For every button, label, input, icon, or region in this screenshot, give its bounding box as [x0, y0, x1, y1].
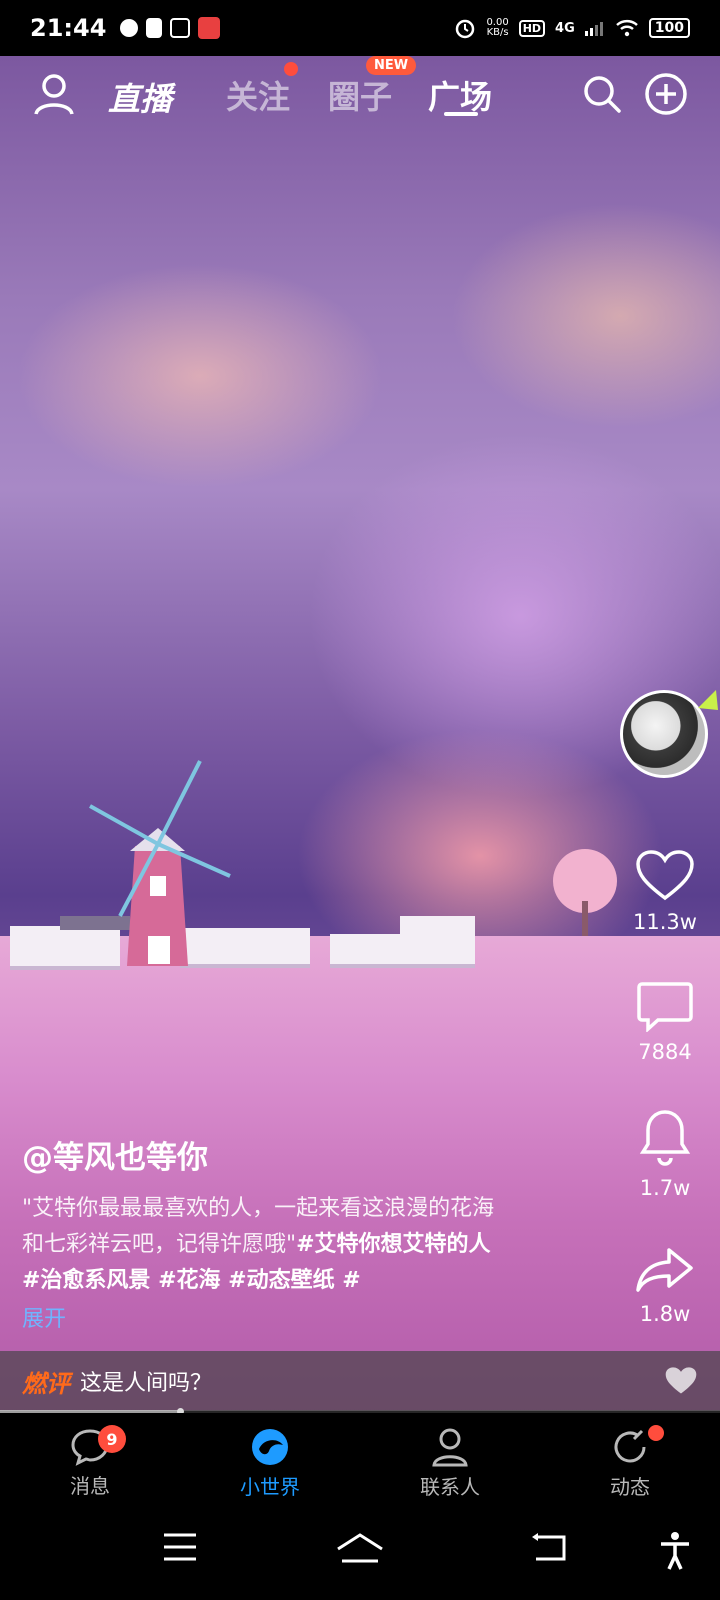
post-description: "艾特你最最最喜欢的人，一起来看这浪漫的花海和七彩祥云吧，记得许愿哦"#艾特你想… — [22, 1191, 512, 1299]
tab-messages[interactable]: 消息 9 — [0, 1413, 180, 1513]
hot-comment-text: 这是人间吗？ — [80, 1371, 213, 1396]
comment-count: 7884 — [638, 1040, 692, 1064]
small-world-icon — [252, 1428, 288, 1465]
new-badge: NEW — [366, 56, 417, 75]
heart-icon — [636, 850, 694, 901]
profile-icon[interactable] — [32, 72, 76, 116]
tab-follow-label: 关注 — [226, 78, 291, 116]
like-action[interactable]: 11.3w — [610, 850, 720, 934]
message-badge: 9 — [98, 1425, 126, 1453]
author-name[interactable]: @等风也等你 — [22, 1132, 512, 1177]
add-post-icon[interactable] — [644, 72, 688, 116]
notification-icons — [120, 17, 221, 39]
tab-circles-label: 圈子 — [328, 78, 393, 116]
moments-dot — [648, 1425, 664, 1441]
share-count: 1.8w — [639, 1302, 691, 1326]
top-navigation: 直播 关注 圈子 NEW 广场 — [0, 56, 720, 130]
share-action[interactable]: 1.8w — [610, 1246, 720, 1326]
share-icon — [636, 1248, 693, 1292]
like-count: 11.3w — [633, 910, 697, 934]
comment-action[interactable]: 7884 — [610, 980, 720, 1064]
remind-count: 1.7w — [639, 1176, 691, 1200]
back-icon[interactable] — [530, 1531, 568, 1563]
app-notification-icon — [170, 18, 191, 38]
follow-dot — [284, 62, 298, 76]
network-type: 4G — [555, 20, 575, 36]
home-icon[interactable] — [336, 1531, 384, 1567]
net-speed-unit: KB/s — [486, 27, 509, 38]
battery-indicator: 100 — [648, 18, 690, 38]
alarm-icon — [456, 19, 475, 39]
signal-icon — [584, 22, 603, 36]
live-logo[interactable]: 直播 — [108, 74, 172, 120]
tab-small-world[interactable]: 小世界 — [180, 1413, 360, 1513]
hot-comment-bar[interactable]: 燃评 这是人间吗？ — [0, 1351, 720, 1411]
bell-icon — [639, 1110, 691, 1166]
windmill — [89, 760, 231, 966]
bottom-tab-bar: 消息 9 小世界 联系人 动态 — [0, 1413, 720, 1513]
tab-contacts-label: 联系人 — [420, 1474, 480, 1499]
net-speed: 0.00 KB/s — [486, 18, 508, 38]
red-app-icon — [198, 17, 221, 39]
tab-messages-label: 消息 — [70, 1473, 110, 1498]
comment-icon — [637, 982, 693, 1033]
tab-moments[interactable]: 动态 — [540, 1413, 720, 1513]
accessibility-icon[interactable] — [658, 1531, 692, 1571]
active-tab-indicator — [444, 112, 478, 116]
tab-moments-label: 动态 — [610, 1474, 650, 1499]
search-icon[interactable] — [582, 74, 622, 114]
hot-comment-label: 燃评 — [22, 1369, 70, 1398]
menu-icon[interactable] — [162, 1531, 198, 1563]
post-caption: @等风也等你 "艾特你最最最喜欢的人，一起来看这浪漫的花海和七彩祥云吧，记得许愿… — [22, 1132, 512, 1333]
globe-icon — [120, 19, 139, 37]
app-screen: 21:44 0.00 KB/s HD 4G 100 直播 关注 圈子 NEW 广… — [0, 0, 720, 1600]
moments-icon — [614, 1429, 646, 1462]
avatar-decoration-icon — [698, 690, 718, 710]
status-right: 0.00 KB/s HD 4G 100 — [454, 17, 690, 39]
wifi-icon — [615, 20, 638, 37]
tab-small-world-label: 小世界 — [240, 1474, 300, 1499]
tab-contacts[interactable]: 联系人 — [360, 1413, 540, 1513]
remind-action[interactable]: 1.7w — [610, 1108, 720, 1200]
status-bar: 21:44 0.00 KB/s HD 4G 100 — [0, 0, 720, 56]
system-navigation — [0, 1513, 720, 1600]
expand-link[interactable]: 展开 — [22, 1301, 512, 1333]
contacts-icon — [432, 1428, 468, 1466]
comment-like-icon[interactable] — [664, 1366, 698, 1396]
status-time: 21:44 — [30, 14, 107, 42]
hd-indicator: HD — [518, 19, 546, 37]
clipboard-icon — [146, 18, 163, 38]
